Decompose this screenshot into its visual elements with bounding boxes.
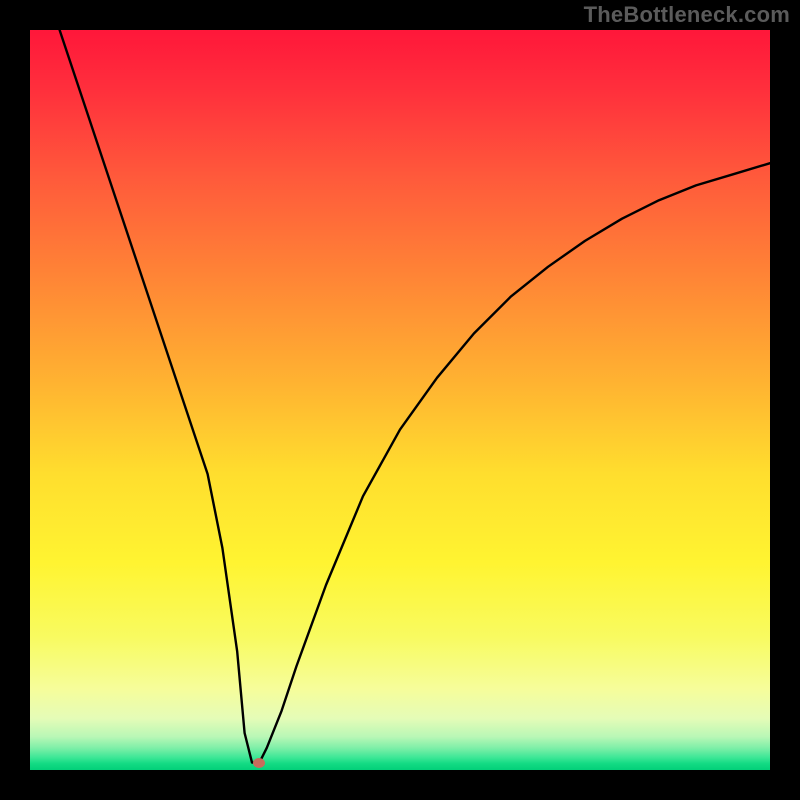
chart-frame: TheBottleneck.com [0, 0, 800, 800]
bottleneck-curve [30, 30, 770, 770]
minimum-marker [253, 758, 265, 768]
watermark-text: TheBottleneck.com [584, 2, 790, 28]
plot-area [30, 30, 770, 770]
